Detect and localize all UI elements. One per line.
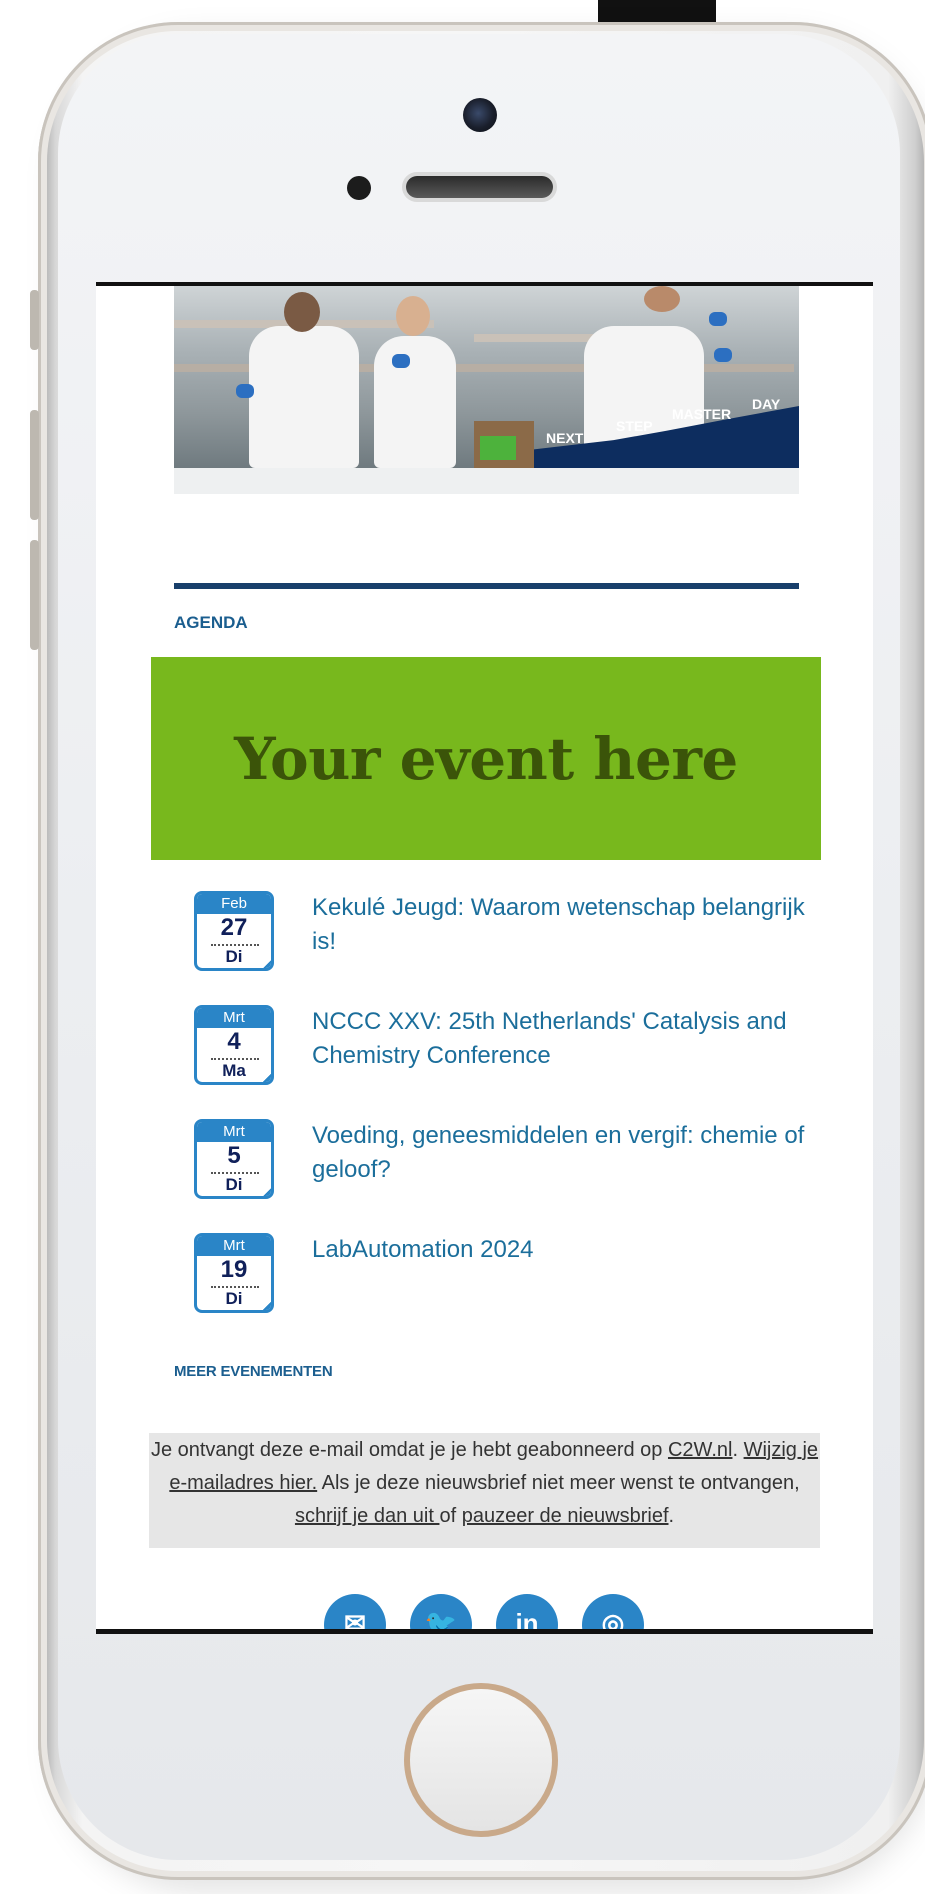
promo-text: Your event here — [234, 724, 738, 793]
mute-switch — [30, 290, 39, 350]
email-screen: NEXT STEP MASTER DAY AGENDA Your event h… — [96, 282, 873, 1634]
hero-word-step: STEP — [616, 418, 653, 434]
event-day: 5 — [227, 1142, 241, 1169]
unsubscribe-link[interactable]: schrijf je dan uit — [295, 1505, 440, 1527]
agenda-heading: AGENDA — [174, 613, 248, 632]
section-divider — [174, 583, 799, 589]
event-day: 27 — [220, 914, 248, 941]
event-month: Feb — [197, 894, 271, 914]
linkedin-icon[interactable]: in — [496, 1594, 558, 1629]
calendar-icon: Feb 27 Di — [194, 891, 274, 971]
event-day: 19 — [220, 1256, 248, 1283]
hero-caption-bar — [174, 468, 799, 494]
pause-newsletter-link[interactable]: pauzeer de nieuwsbrief — [462, 1505, 669, 1527]
volume-up-button — [30, 410, 39, 520]
event-item[interactable]: Mrt 19 Di LabAutomation 2024 — [194, 1233, 794, 1317]
event-item[interactable]: Feb 27 Di Kekulé Jeugd: Waarom wetenscha… — [194, 891, 805, 975]
event-title-link[interactable]: LabAutomation 2024 — [312, 1233, 812, 1267]
more-events-link[interactable]: MEER EVENEMENTEN — [174, 1363, 333, 1380]
hero-image: NEXT STEP MASTER DAY — [174, 286, 799, 468]
calendar-icon: Mrt 4 Ma — [194, 1005, 274, 1085]
earpiece-speaker — [406, 176, 553, 198]
site-link[interactable]: C2W.nl — [668, 1439, 732, 1461]
subscription-notice: Je ontvangt deze e-mail omdat je je hebt… — [149, 1433, 820, 1548]
home-button[interactable] — [404, 1683, 558, 1837]
volume-down-button — [30, 540, 39, 650]
hero-word-master: MASTER — [672, 406, 732, 422]
mail-icon[interactable]: ✉ — [324, 1594, 386, 1629]
event-month: Mrt — [197, 1122, 271, 1142]
instagram-icon[interactable]: ◎ — [582, 1594, 644, 1629]
calendar-icon: Mrt 5 Di — [194, 1119, 274, 1199]
event-item[interactable]: Mrt 4 Ma NCCC XXV: 25th Netherlands' Cat… — [194, 1005, 794, 1089]
event-item[interactable]: Mrt 5 Di Voeding, geneesmiddelen en verg… — [194, 1119, 804, 1203]
promo-banner[interactable]: Your event here — [151, 657, 821, 860]
notice-text: Als je deze nieuwsbrief niet meer wenst … — [317, 1472, 800, 1494]
proximity-sensor — [347, 176, 371, 200]
notice-text: Je ontvangt deze e-mail omdat je je hebt… — [150, 1439, 668, 1461]
event-title-link[interactable]: Kekulé Jeugd: Waarom wetenschap belangri… — [312, 891, 812, 959]
hero-word-next: NEXT — [546, 430, 584, 446]
social-links: ✉ 🐦 in ◎ — [96, 1594, 873, 1629]
twitter-icon[interactable]: 🐦 — [410, 1594, 472, 1629]
event-title-link[interactable]: Voeding, geneesmiddelen en vergif: chemi… — [312, 1119, 812, 1187]
front-camera — [463, 98, 497, 132]
event-month: Mrt — [197, 1008, 271, 1028]
event-title-link[interactable]: NCCC XXV: 25th Netherlands' Catalysis an… — [312, 1005, 812, 1073]
event-month: Mrt — [197, 1236, 271, 1256]
event-day: 4 — [227, 1028, 241, 1055]
hero-word-day: DAY — [752, 396, 781, 412]
calendar-icon: Mrt 19 Di — [194, 1233, 274, 1313]
